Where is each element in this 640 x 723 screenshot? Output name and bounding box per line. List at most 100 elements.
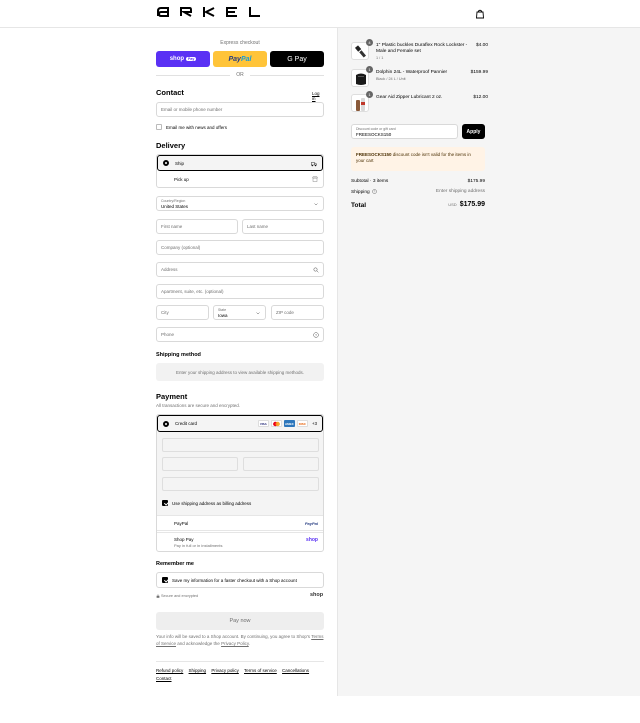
cart-item: 4 1" Plastic buckles Duraflex Rock Locks… (351, 39, 488, 64)
expiry-field[interactable] (162, 457, 238, 471)
subtotal-row: Subtotal · 3 items $175.99 (351, 179, 485, 184)
first-name-placeholder: First name (161, 224, 183, 229)
item-name: Dolphin 24L - Waterproof Pannier (376, 70, 448, 75)
news-checkbox-box[interactable] (156, 124, 162, 130)
address-field[interactable]: Address (156, 262, 324, 277)
cart-item: 1 Dolphin 24L - Waterproof Pannier Black… (351, 66, 488, 89)
or-divider: OR (156, 72, 324, 78)
city-field[interactable]: City (156, 305, 209, 320)
footer-link-cancellations[interactable]: Cancellations (282, 668, 309, 673)
footer-link-shipping[interactable]: Shipping (189, 668, 207, 673)
pickup-radio[interactable] (162, 176, 168, 182)
info-icon[interactable]: ? (372, 189, 377, 194)
shop-pay-pill: Pay (186, 57, 197, 61)
payment-method-group: Credit card VISA AMEX DISC +3 Use shippi… (156, 414, 324, 552)
discover-icon: DISC (296, 420, 308, 427)
state-select[interactable]: State Iowa (213, 305, 266, 320)
svg-text:?: ? (374, 190, 376, 194)
shop-pay-radio[interactable] (162, 539, 168, 546)
company-placeholder: Company (optional) (161, 245, 201, 250)
security-code-field[interactable] (243, 457, 319, 471)
item-price: $4.00 (475, 43, 488, 48)
cart-item: 1 Gear Aid Zipper Lubricant 2 oz. $12.00 (351, 91, 488, 114)
billing-checkbox-box[interactable] (162, 500, 168, 506)
total-row: Total USD $175.99 (351, 201, 485, 209)
name-on-card-field[interactable] (162, 477, 319, 491)
discount-code-input[interactable]: Discount code or gift card FREESOCKS150 (351, 124, 458, 139)
remember-checkbox-box[interactable] (162, 577, 168, 583)
footer-link-contact[interactable]: Contact (156, 676, 172, 681)
first-name-field[interactable]: First name (156, 219, 238, 234)
footer-link-refund[interactable]: Refund policy (156, 668, 183, 673)
country-select[interactable]: Country/Region United States (156, 196, 324, 211)
item-variant: Black / 24 L / Unit (376, 77, 406, 81)
ship-label: Ship (175, 160, 185, 166)
footer-link-terms[interactable]: Terms of service (244, 668, 277, 673)
privacy-policy-link[interactable]: Privacy Policy (221, 641, 249, 646)
zip-field[interactable]: ZIP code (271, 305, 324, 320)
item-name: Gear Aid Zipper Lubricant 2 oz. (376, 95, 443, 100)
card-brand-list: VISA AMEX DISC +3 (257, 420, 317, 427)
last-name-field[interactable]: Last name (242, 219, 324, 234)
paypal-radio[interactable] (162, 520, 168, 526)
shop-terms-notice: Your info will be saved to a Shop accoun… (156, 633, 324, 647)
card-number-field[interactable] (162, 438, 319, 452)
paypal-label: PayPal (174, 520, 189, 526)
shipping-label: Shipping (351, 189, 370, 195)
paypal-logo: PayPal (304, 520, 318, 526)
pickup-label: Pick up (174, 176, 189, 182)
shopping-bag-icon[interactable] (475, 9, 485, 19)
credit-card-radio[interactable] (163, 420, 169, 427)
total-label: Total (351, 202, 367, 209)
item-variant: 1 / 1 (376, 56, 384, 60)
billing-address-checkbox[interactable]: Use shipping address as billing address (162, 500, 251, 506)
shipping-row: Shipping ? Enter shipping address (351, 189, 485, 195)
news-checkbox[interactable]: Email me with news and offers (156, 124, 227, 130)
quantity-badge: 1 (366, 66, 373, 73)
quantity-badge: 4 (366, 39, 373, 46)
apartment-field[interactable]: Apartment, suite, etc. (optional) (156, 284, 324, 299)
payment-heading: Payment (156, 392, 188, 401)
shop-pay-logo: shop (306, 537, 318, 543)
truck-icon (311, 162, 317, 167)
last-name-placeholder: Last name (247, 224, 269, 229)
brand-logo[interactable] (157, 7, 261, 19)
email-placeholder: Email or mobile phone number (161, 107, 223, 112)
payment-option-credit-card[interactable]: Credit card VISA AMEX DISC +3 (157, 415, 323, 432)
secure-label: Secure and encrypted (161, 594, 199, 598)
remember-me-box: Save my information for a faster checkou… (156, 572, 324, 588)
pay-now-button[interactable]: Pay now (156, 612, 324, 630)
delivery-method-group: Ship Pick up (156, 154, 324, 188)
payment-option-shop-pay[interactable]: Shop Pay Pay in full or in installments … (157, 532, 323, 551)
lock-icon (156, 594, 160, 598)
login-link[interactable]: Log in (312, 91, 324, 101)
google-pay-button[interactable]: G Pay (270, 51, 324, 67)
news-label: Email me with news and offers (166, 124, 227, 130)
country-value: United States (161, 203, 189, 209)
payment-option-paypal[interactable]: PayPal PayPal (157, 515, 323, 531)
phone-field[interactable]: Phone ? (156, 327, 324, 342)
billing-label: Use shipping address as billing address (172, 500, 252, 506)
delivery-option-ship[interactable]: Ship (157, 155, 323, 171)
ship-radio[interactable] (163, 160, 169, 166)
remember-heading: Remember me (156, 561, 194, 567)
email-field[interactable]: Email or mobile phone number (156, 102, 324, 117)
apartment-placeholder: Apartment, suite, etc. (optional) (161, 289, 224, 294)
apply-discount-button[interactable]: Apply (462, 124, 485, 139)
company-field[interactable]: Company (optional) (156, 240, 324, 255)
help-circle-icon[interactable]: ? (313, 332, 319, 338)
paypal-button[interactable]: Pay Pal (213, 51, 267, 67)
shipping-method-heading: Shipping method (156, 352, 201, 358)
remember-me-checkbox[interactable]: Save my information for a faster checkou… (162, 577, 297, 583)
discount-warning: FREESOCKS150 discount code isn't valid f… (351, 147, 485, 171)
amex-icon: AMEX (283, 420, 295, 427)
footer-link-privacy[interactable]: Privacy policy (211, 668, 239, 673)
zip-placeholder: ZIP code (276, 310, 294, 315)
shop-pay-button[interactable]: shop Pay (156, 51, 210, 67)
fine-print-end: . (248, 641, 251, 646)
svg-text:?: ? (315, 333, 317, 337)
store-icon (312, 176, 318, 182)
order-summary: 4 1" Plastic buckles Duraflex Rock Locks… (337, 28, 640, 696)
item-price: $12.00 (473, 95, 488, 100)
delivery-option-pickup[interactable]: Pick up (157, 171, 323, 187)
